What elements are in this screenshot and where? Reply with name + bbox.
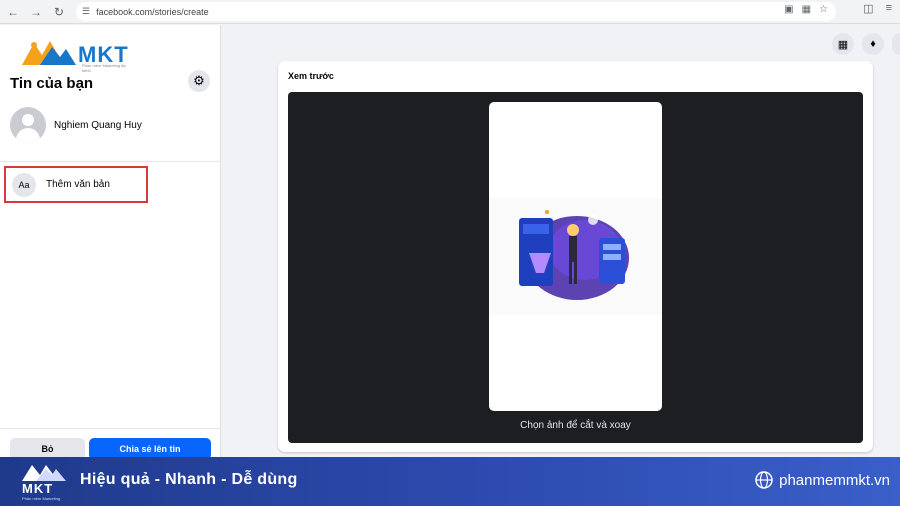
logo-tagline: Phần mềm Marketing đa kênh bbox=[82, 63, 126, 73]
star-icon[interactable]: ☆ bbox=[819, 4, 828, 15]
crop-rotate-hint: Chọn ảnh để cắt và xoay bbox=[520, 420, 631, 431]
preview-card: Xem trước Chọn ảnh để cắt và xoay bbox=[278, 61, 873, 452]
reading-list-icon[interactable]: ≡ bbox=[886, 2, 892, 15]
profile-name: Nghiem Quang Huy bbox=[54, 119, 142, 131]
website-text: phanmemmkt.vn bbox=[779, 471, 890, 489]
divider bbox=[0, 161, 221, 162]
story-image[interactable] bbox=[489, 198, 662, 315]
translate-icon[interactable]: ▦ bbox=[802, 4, 811, 15]
text-format-icon: Aa bbox=[12, 172, 36, 197]
preview-title: Xem trước bbox=[288, 71, 334, 81]
gear-icon: ⚙ bbox=[193, 73, 205, 88]
globe-icon bbox=[755, 471, 773, 489]
mkt-logo-mark-icon bbox=[22, 41, 76, 65]
add-text-button[interactable]: Aa Thêm văn bản bbox=[4, 166, 148, 203]
marketing-illustration-icon bbox=[519, 210, 629, 300]
story-sidebar: MKT Phần mềm Marketing đa kênh Tin của b… bbox=[0, 25, 221, 460]
mkt-logo: MKT Phần mềm Marketing đa kênh bbox=[20, 37, 129, 73]
url-text: facebook.com/stories/create bbox=[96, 6, 209, 17]
footer-divider bbox=[0, 428, 221, 429]
profile-menu-icon[interactable] bbox=[892, 33, 900, 55]
preview-stage: Chọn ảnh để cắt và xoay bbox=[288, 92, 863, 443]
browser-toolbar: ← → ↻ ☰ facebook.com/stories/create ▣ ▦ … bbox=[0, 0, 900, 24]
forward-icon[interactable]: → bbox=[26, 2, 46, 22]
story-phone-frame[interactable] bbox=[489, 102, 662, 411]
site-info-icon[interactable]: ☰ bbox=[82, 6, 90, 17]
back-icon[interactable]: ← bbox=[3, 2, 23, 22]
bell-icon[interactable]: ♦ bbox=[862, 33, 884, 55]
settings-button[interactable]: ⚙ bbox=[188, 70, 210, 92]
reload-icon[interactable]: ↻ bbox=[49, 2, 69, 22]
page-title: Tin của bạn bbox=[10, 75, 94, 92]
apps-grid-icon[interactable]: ▦ bbox=[832, 33, 854, 55]
banner-slogan: Hiệu quả - Nhanh - Dễ dùng bbox=[80, 471, 298, 488]
add-text-label: Thêm văn bản bbox=[46, 179, 110, 190]
address-bar[interactable]: ☰ facebook.com/stories/create ▣ ▦ ☆ bbox=[76, 2, 836, 21]
extensions-icon[interactable]: ◫ bbox=[863, 2, 873, 15]
banner-logo-tagline: Phần mềm Marketing bbox=[22, 496, 61, 501]
top-right-icons: ▦ ♦ bbox=[832, 33, 900, 55]
banner-website: phanmemmkt.vn bbox=[755, 471, 890, 489]
promo-banner: MKT Phần mềm Marketing Hiệu quả - Nhanh … bbox=[0, 457, 900, 506]
avatar bbox=[10, 107, 46, 143]
profile: Nghiem Quang Huy bbox=[10, 107, 142, 143]
banner-logo-text: MKT bbox=[22, 481, 54, 496]
screen-cast-icon[interactable]: ▣ bbox=[784, 4, 793, 15]
